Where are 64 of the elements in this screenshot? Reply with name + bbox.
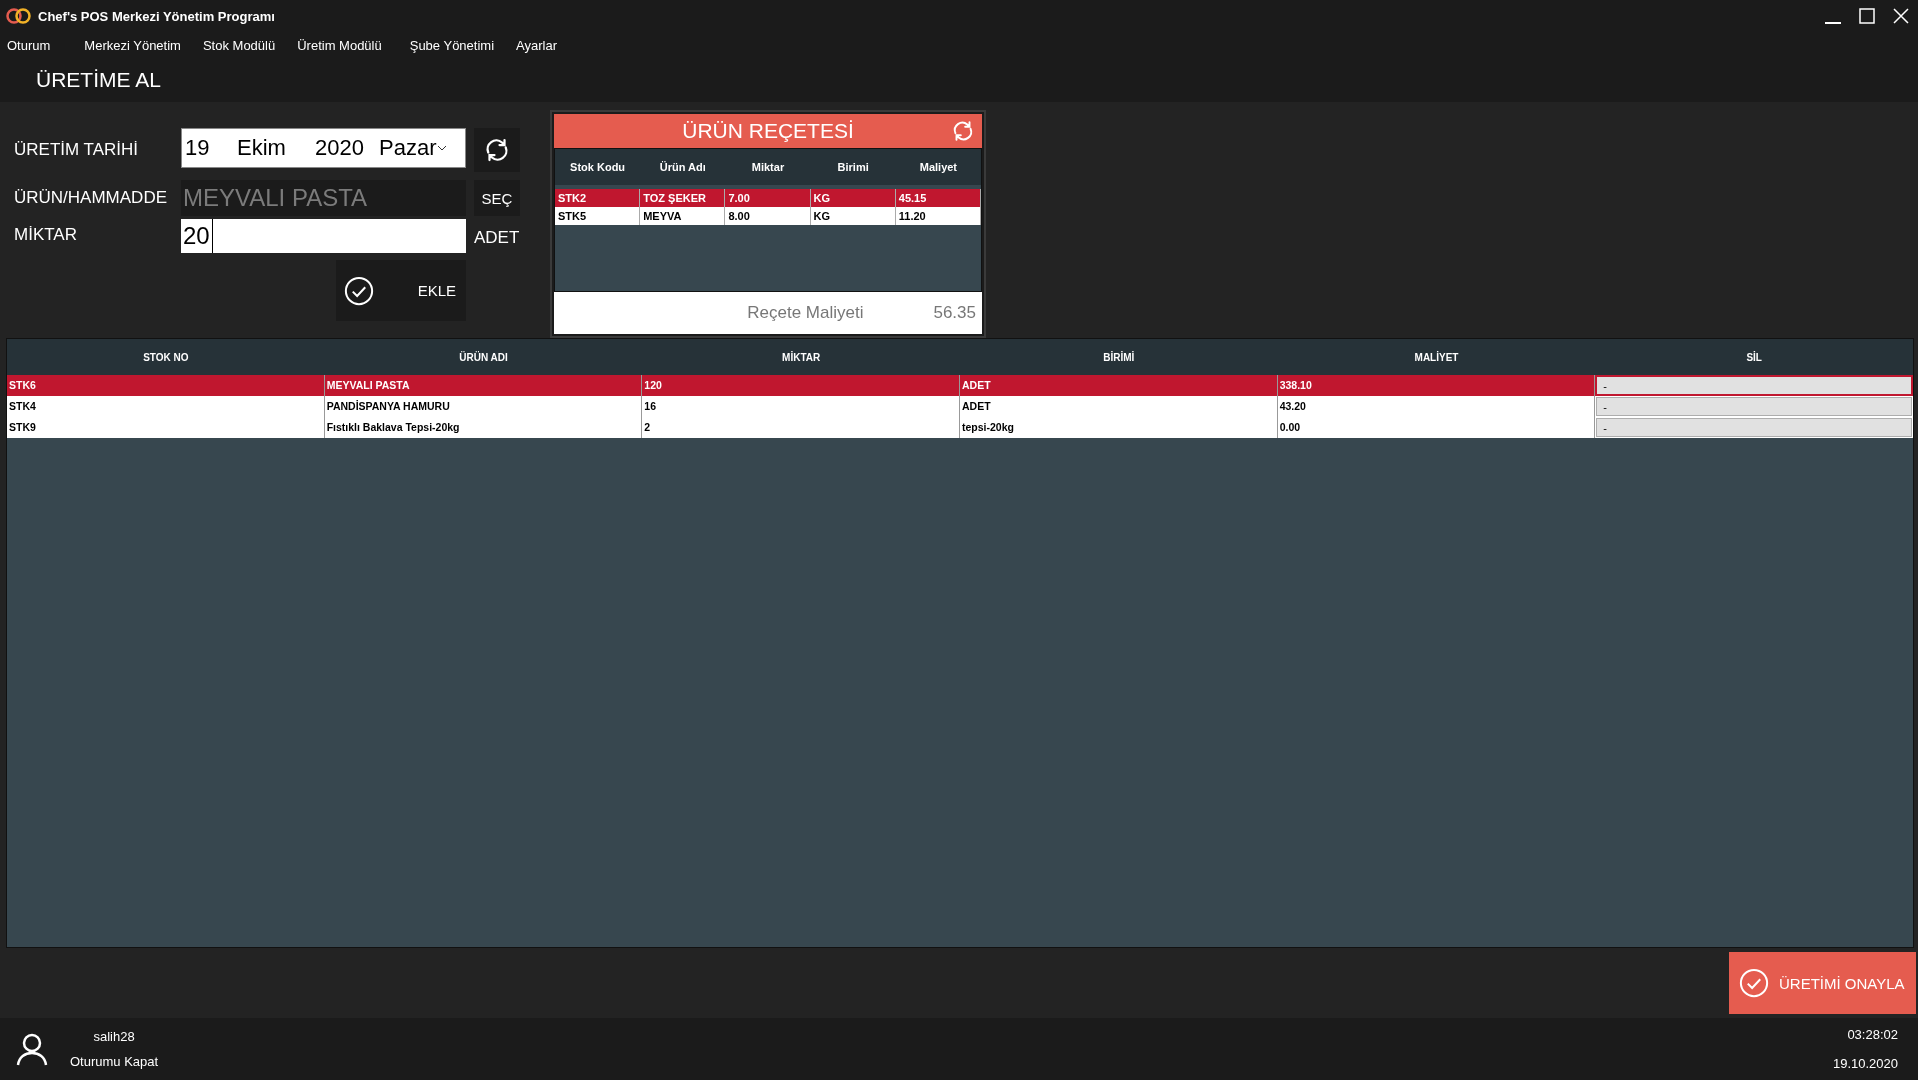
logo-icon xyxy=(6,7,32,25)
column-header: STOK NO xyxy=(142,351,190,363)
current-date: 19.10.2020 xyxy=(1832,1056,1898,1071)
field-label: MİKTAR xyxy=(14,224,78,245)
table-cell: 2 xyxy=(642,417,960,438)
field-label: ÜRÜN/HAMMADDE xyxy=(14,188,168,208)
user-icon xyxy=(16,1032,48,1066)
check-circle-icon xyxy=(1739,968,1769,998)
table-cell: tepsi-20kg xyxy=(960,417,1278,438)
table-cell: Fıstıklı Baklava Tepsi-20kg xyxy=(324,417,643,438)
window-title: Chef's POS Merkezi Yönetim Programı xyxy=(38,8,275,24)
column-header: BİRİMİ xyxy=(1102,351,1136,363)
column-header: Stok Kodu xyxy=(569,161,627,173)
quantity-field[interactable]: 20 xyxy=(181,219,466,253)
check-circle-icon xyxy=(344,275,374,306)
clock-time: 03:28:02 xyxy=(1847,1027,1898,1042)
product-field[interactable]: MEYVALI PASTA xyxy=(181,180,466,216)
confirm-button[interactable]: ÜRETİMİ ONAYLA xyxy=(1729,952,1916,1014)
table-cell: STK9 xyxy=(7,417,325,438)
menu-item[interactable]: Merkezi Yönetim xyxy=(84,37,181,53)
delete-button[interactable]: - xyxy=(1596,397,1912,416)
table-cell: KG xyxy=(810,207,896,225)
menu-item[interactable]: Oturum xyxy=(7,37,51,53)
logout-link[interactable]: Oturumu Kapat xyxy=(70,1054,159,1069)
delete-button[interactable]: - xyxy=(1596,418,1912,437)
page-title: ÜRETİME AL xyxy=(36,68,161,92)
menu-item[interactable]: Ayarlar xyxy=(516,37,557,53)
close-icon xyxy=(1893,8,1909,24)
select-button[interactable]: SEÇ xyxy=(474,180,520,216)
username: salih28 xyxy=(93,1029,135,1044)
maximize-button[interactable] xyxy=(1856,5,1878,27)
table-cell: MEYVA xyxy=(640,207,726,225)
refresh-button[interactable] xyxy=(474,128,520,172)
total-label: Reçete Maliyeti xyxy=(747,303,864,323)
total-value: 56.35 xyxy=(933,303,976,323)
delete-button[interactable]: - xyxy=(1596,376,1912,395)
column-header: MİKTAR xyxy=(781,351,822,363)
recipe-row[interactable]: STK5 MEYVA 8.00 KG 11.20 xyxy=(555,207,981,225)
column-header: Maliyet xyxy=(918,161,959,173)
column-header: MALİYET xyxy=(1413,351,1460,363)
table-row[interactable]: STK4 PANDİSPANYA HAMURU 16 ADET 43.20 - xyxy=(7,396,1913,417)
table-row[interactable]: STK9 Fıstıklı Baklava Tepsi-20kg 2 tepsi-20kg 0.00 - xyxy=(7,417,1913,438)
column-header: Ürün Adı xyxy=(658,161,707,173)
column-header: Birimi xyxy=(836,161,870,173)
column-header: ÜRÜN ADI xyxy=(458,351,509,363)
maximize-icon xyxy=(1859,8,1875,24)
date-picker[interactable]: 19 Ekim 2020 Pazar xyxy=(181,128,466,168)
recipe-row[interactable]: STK2 TOZ ŞEKER 7.00 KG 45.15 xyxy=(555,189,981,207)
panel-title: ÜRÜN REÇETESİ xyxy=(682,119,854,143)
table-row[interactable]: STK6 MEYVALI PASTA 120 ADET 338.10 - xyxy=(7,375,1913,396)
menu-item[interactable]: Üretim Modülü xyxy=(297,37,382,53)
table-cell: 11.20 xyxy=(895,207,981,225)
table-cell: STK5 xyxy=(555,207,641,225)
add-button[interactable]: EKLE xyxy=(336,260,466,321)
column-header: SİL xyxy=(1745,351,1763,363)
caret-icon xyxy=(438,145,447,151)
field-label: ÜRETİM TARİHİ xyxy=(14,140,140,160)
column-header: Miktar xyxy=(750,161,786,173)
minimize-icon xyxy=(1825,22,1841,24)
table-cell: 0.00 xyxy=(1277,417,1596,438)
menu-item[interactable]: Şube Yönetimi xyxy=(409,37,495,53)
unit-label: ADET xyxy=(474,228,521,249)
table-cell: 8.00 xyxy=(725,207,811,225)
menu-item[interactable]: Stok Modülü xyxy=(202,37,276,53)
